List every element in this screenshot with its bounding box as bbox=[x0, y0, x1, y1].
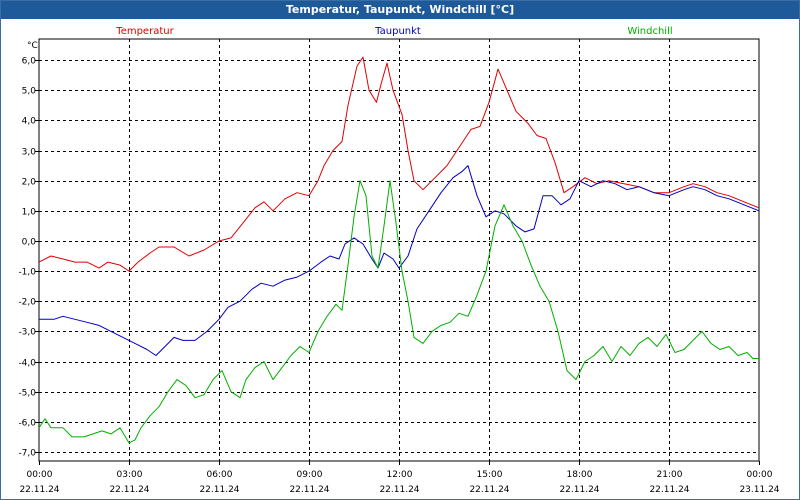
y-axis-ticks: 6,0 5,0 4,0 3,0 2,0 1,0 0,0 -1,0 -2,0 -3,0 -4,0 -5,… bbox=[18, 57, 39, 459]
x-tick-time: 12:00 bbox=[387, 470, 413, 480]
legend: Temperatur Taupunkt Windchill bbox=[115, 26, 672, 37]
x-tick-date: 23.11.24 bbox=[739, 485, 779, 495]
x-tick-time: 21:00 bbox=[657, 470, 683, 480]
y-tick-label: 4,0 bbox=[22, 117, 37, 127]
y-tick-label: -4,0 bbox=[18, 359, 36, 369]
y-tick-label: 1,0 bbox=[22, 208, 37, 218]
legend-item-windchill: Windchill bbox=[627, 26, 672, 37]
x-tick-date: 22.11.24 bbox=[469, 485, 509, 495]
x-tick-time: 03:00 bbox=[117, 470, 143, 480]
legend-item-taupunkt: Taupunkt bbox=[374, 26, 421, 37]
x-tick-date: 22.11.24 bbox=[649, 485, 689, 495]
line-chart: 6,0 5,0 4,0 3,0 2,0 1,0 0,0 -1,0 -2,0 -3,0 -4,0 -5,… bbox=[18, 26, 780, 495]
x-tick-date: 22.11.24 bbox=[109, 485, 149, 495]
x-tick-date: 22.11.24 bbox=[199, 485, 239, 495]
x-tick-time: 00:00 bbox=[747, 470, 773, 480]
x-tick-time: 18:00 bbox=[567, 470, 593, 480]
legend-item-temperatur: Temperatur bbox=[115, 26, 174, 37]
chart-window: Temperatur, Taupunkt, Windchill [°C] 6,0… bbox=[0, 0, 800, 500]
x-tick-time: 15:00 bbox=[477, 470, 503, 480]
y-tick-label: -1,0 bbox=[18, 268, 36, 278]
y-tick-label: 6,0 bbox=[22, 57, 37, 67]
x-tick-time: 00:00 bbox=[27, 470, 53, 480]
y-tick-label: 5,0 bbox=[22, 87, 37, 97]
y-tick-label: -6,0 bbox=[18, 419, 36, 429]
x-tick-date: 22.11.24 bbox=[19, 485, 59, 495]
x-tick-date: 22.11.24 bbox=[559, 485, 599, 495]
y-tick-label: 2,0 bbox=[22, 178, 37, 188]
y-tick-label: -2,0 bbox=[18, 298, 36, 308]
y-tick-label: -7,0 bbox=[18, 449, 36, 459]
x-axis-ticks: 00:00 22.11.24 03:00 22.11.24 06:00 22.11.24 0… bbox=[19, 461, 780, 495]
x-tick-date: 22.11.24 bbox=[379, 485, 419, 495]
x-tick-date: 22.11.24 bbox=[289, 485, 329, 495]
x-tick-time: 09:00 bbox=[297, 470, 323, 480]
y-tick-label: -5,0 bbox=[18, 389, 36, 399]
y-tick-label: 0,0 bbox=[22, 238, 37, 248]
y-axis-label: °C bbox=[27, 41, 38, 51]
y-tick-label: -3,0 bbox=[18, 328, 36, 338]
y-tick-label: 3,0 bbox=[22, 148, 37, 158]
x-tick-time: 06:00 bbox=[207, 470, 233, 480]
